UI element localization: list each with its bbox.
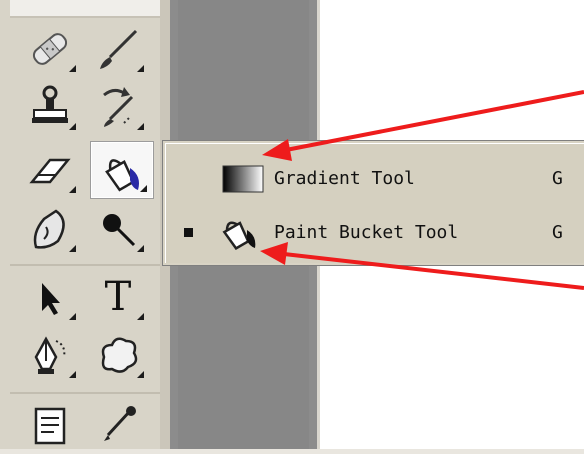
- eraser-icon: [26, 146, 74, 194]
- more-tools-indicator: [137, 245, 144, 252]
- menu-item-shortcut: G: [552, 221, 563, 243]
- more-tools-indicator: [137, 313, 144, 320]
- more-tools-indicator: [69, 371, 76, 378]
- more-tools-indicator: [69, 313, 76, 320]
- selection-arrow-icon: [26, 273, 74, 321]
- more-tools-indicator: [69, 123, 76, 130]
- paint-bucket-icon: [98, 146, 146, 194]
- notes-icon: [26, 401, 74, 449]
- gradient-icon: [211, 162, 265, 198]
- menu-item-label: Gradient Tool: [274, 167, 415, 189]
- type-tool[interactable]: T: [86, 268, 150, 326]
- custom-shape-icon: [94, 331, 142, 379]
- tool-group-divider: [10, 264, 160, 266]
- tool-palette: T: [0, 0, 170, 449]
- history-brush-icon: [94, 83, 142, 131]
- more-tools-indicator: [69, 65, 76, 72]
- history-brush-tool[interactable]: [86, 78, 150, 136]
- path-selection-tool[interactable]: [18, 268, 82, 326]
- custom-shape-tool[interactable]: [86, 326, 150, 384]
- menu-item-label: Paint Bucket Tool: [274, 221, 459, 243]
- blur-icon: [26, 205, 74, 253]
- selected-bullet-icon: [184, 228, 193, 237]
- more-tools-indicator: [137, 123, 144, 130]
- brush-icon: [94, 25, 142, 73]
- dodge-tool[interactable]: [86, 200, 150, 258]
- notes-tool[interactable]: [18, 396, 82, 454]
- tool-group-divider: [10, 392, 160, 394]
- pen-tool[interactable]: [18, 326, 82, 384]
- more-tools-indicator: [140, 185, 147, 192]
- more-tools-indicator: [137, 65, 144, 72]
- more-tools-indicator: [69, 186, 76, 193]
- eyedropper-icon: [94, 401, 142, 449]
- blur-tool[interactable]: [18, 200, 82, 258]
- pen-icon: [26, 331, 74, 379]
- palette-top-strip: [10, 0, 160, 18]
- dodge-icon: [94, 205, 142, 253]
- eyedropper-tool[interactable]: [86, 396, 150, 454]
- brush-tool[interactable]: [86, 20, 150, 78]
- healing-brush-icon: [26, 25, 74, 73]
- type-icon: T: [104, 274, 132, 320]
- clone-stamp-icon: [26, 83, 74, 131]
- menu-item-shortcut: G: [552, 167, 563, 189]
- menu-item-gradient-tool[interactable]: Gradient Tool G: [166, 152, 584, 204]
- paint-bucket-tool[interactable]: [90, 141, 154, 199]
- clone-stamp-tool[interactable]: [18, 78, 82, 136]
- paint-bucket-icon: [211, 216, 265, 254]
- healing-brush-tool[interactable]: [18, 20, 82, 78]
- tool-flyout-menu: Gradient Tool G Paint Bucket Tool G: [162, 140, 584, 266]
- more-tools-indicator: [69, 245, 76, 252]
- eraser-tool[interactable]: [18, 141, 82, 199]
- menu-item-paint-bucket-tool[interactable]: Paint Bucket Tool G: [166, 206, 584, 258]
- more-tools-indicator: [137, 371, 144, 378]
